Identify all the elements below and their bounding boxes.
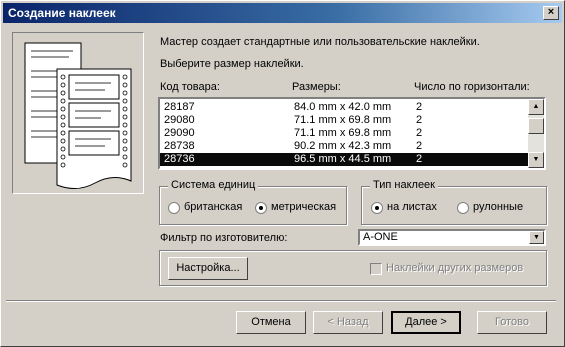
radio-imperial-label[interactable]: британская bbox=[184, 201, 242, 213]
back-button[interactable]: < Назад bbox=[313, 311, 383, 334]
header-size: Размеры: bbox=[292, 81, 341, 93]
radio-imperial[interactable] bbox=[168, 202, 180, 214]
item-size: 84.0 mm x 42.0 mm bbox=[294, 101, 392, 113]
list-item-selected[interactable]: 28736 96.5 mm x 44.5 mm 2 bbox=[160, 153, 530, 166]
item-code: 28736 bbox=[164, 153, 195, 165]
other-sizes-label: Наклейки других размеров bbox=[386, 262, 524, 274]
list-item[interactable]: 28738 90.2 mm x 42.3 mm 2 bbox=[160, 140, 530, 153]
radio-sheets-label[interactable]: на листах bbox=[387, 201, 437, 213]
item-count: 2 bbox=[416, 127, 423, 139]
item-count: 2 bbox=[416, 101, 423, 113]
label-type-group: Тип наклеек на листах рулонные bbox=[361, 179, 547, 225]
intro-line-1: Мастер создает стандартные или пользоват… bbox=[160, 36, 480, 48]
customize-button[interactable]: Настройка... bbox=[168, 257, 248, 280]
other-sizes-checkbox[interactable] bbox=[370, 263, 382, 275]
header-count: Число по горизонтали: bbox=[414, 81, 530, 93]
scroll-up-button[interactable]: ▲ bbox=[528, 99, 544, 115]
item-count: 2 bbox=[416, 140, 423, 152]
close-button[interactable]: × bbox=[543, 6, 559, 20]
header-code: Код товара: bbox=[160, 81, 220, 93]
scroll-thumb[interactable] bbox=[528, 118, 544, 134]
list-item[interactable]: 29080 71.1 mm x 69.8 mm 2 bbox=[160, 114, 530, 127]
dropdown-arrow-icon[interactable]: ▼ bbox=[529, 231, 544, 244]
manufacturer-value: A-ONE bbox=[363, 231, 398, 243]
separator bbox=[6, 300, 556, 302]
item-size: 90.2 mm x 42.3 mm bbox=[294, 140, 392, 152]
label-size-list[interactable]: 28187 84.0 mm x 42.0 mm 2 29080 71.1 mm … bbox=[158, 97, 546, 170]
manufacturer-select[interactable]: A-ONE ▼ bbox=[358, 229, 546, 246]
list-item[interactable]: 28187 84.0 mm x 42.0 mm 2 bbox=[160, 101, 530, 114]
filter-label: Фильтр по изготовителю: bbox=[160, 232, 288, 244]
window-title: Создание наклеек bbox=[8, 6, 116, 20]
cancel-button[interactable]: Отмена bbox=[236, 311, 306, 334]
finish-button[interactable]: Готово bbox=[477, 311, 547, 334]
radio-roll[interactable] bbox=[457, 202, 469, 214]
item-code: 29090 bbox=[164, 127, 195, 139]
radio-metric-label[interactable]: метрическая bbox=[271, 201, 336, 213]
units-group: Система единиц британская метрическая bbox=[159, 179, 347, 225]
title-bar: Создание наклеек × bbox=[3, 3, 562, 23]
list-scrollbar[interactable]: ▲ ▼ bbox=[528, 99, 544, 168]
scroll-down-button[interactable]: ▼ bbox=[528, 152, 544, 168]
item-size: 71.1 mm x 69.8 mm bbox=[294, 114, 392, 126]
intro-line-2: Выберите размер наклейки. bbox=[160, 58, 304, 70]
radio-metric[interactable] bbox=[255, 202, 267, 214]
label-type-group-label: Тип наклеек bbox=[370, 179, 438, 191]
item-code: 29080 bbox=[164, 114, 195, 126]
labels-illustration bbox=[12, 32, 144, 194]
item-size: 96.5 mm x 44.5 mm bbox=[294, 153, 392, 165]
radio-sheets[interactable] bbox=[371, 202, 383, 214]
units-group-label: Система единиц bbox=[168, 179, 259, 191]
next-button[interactable]: Далее > bbox=[391, 311, 461, 334]
item-code: 28187 bbox=[164, 101, 195, 113]
item-size: 71.1 mm x 69.8 mm bbox=[294, 127, 392, 139]
item-code: 28738 bbox=[164, 140, 195, 152]
radio-roll-label[interactable]: рулонные bbox=[473, 201, 523, 213]
item-count: 2 bbox=[416, 114, 423, 126]
label-sheets-icon bbox=[24, 42, 132, 189]
list-item[interactable]: 29090 71.1 mm x 69.8 mm 2 bbox=[160, 127, 530, 140]
item-count: 2 bbox=[416, 153, 423, 165]
custom-group: Настройка... Наклейки других размеров bbox=[159, 250, 547, 286]
